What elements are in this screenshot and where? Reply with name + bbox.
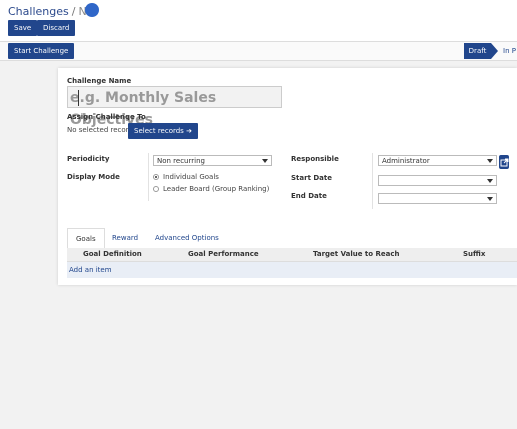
assign-challenge-label: Assign Challenge To xyxy=(67,113,146,121)
start-date-input[interactable] xyxy=(378,175,497,186)
display-mode-radio-individual[interactable] xyxy=(153,174,159,180)
table-row: Add an item xyxy=(67,262,517,278)
breadcrumb-separator: / xyxy=(71,5,76,18)
status-draft[interactable]: Draft xyxy=(464,43,498,59)
display-mode-option-leaderboard: Leader Board (Group Ranking) xyxy=(163,185,270,193)
tab-advanced-options[interactable]: Advanced Options xyxy=(147,228,227,248)
select-records-label: Select records xyxy=(134,127,184,135)
select-records-button[interactable]: Select records ➔ xyxy=(128,123,198,139)
status-bar: Start Challenge Draft In P xyxy=(0,41,517,61)
goals-table-header: Goal Definition Goal Performance Target … xyxy=(67,248,517,262)
field-divider xyxy=(372,153,373,209)
periodicity-value: Non recurring xyxy=(157,157,205,165)
display-mode-radio-leaderboard[interactable] xyxy=(153,186,159,192)
periodicity-label: Periodicity xyxy=(67,155,110,163)
breadcrumb: Challenges / N xyxy=(8,3,99,18)
text-caret xyxy=(78,90,79,106)
no-selected-record-text: No selected record xyxy=(67,126,133,134)
form-sheet: Challenge Name e.g. Monthly Sales Object… xyxy=(58,68,517,285)
field-divider xyxy=(148,153,149,201)
challenge-name-label: Challenge Name xyxy=(67,77,132,85)
breadcrumb-root[interactable]: Challenges xyxy=(8,5,69,18)
chevron-down-icon xyxy=(487,197,493,201)
tab-goals[interactable]: Goals xyxy=(67,228,105,250)
display-mode-label: Display Mode xyxy=(67,173,120,181)
end-date-label: End Date xyxy=(291,192,327,200)
chevron-down-icon xyxy=(262,159,268,163)
discard-button[interactable]: Discard xyxy=(37,20,76,36)
tab-reward[interactable]: Reward xyxy=(104,228,146,248)
periodicity-select[interactable]: Non recurring xyxy=(153,155,272,166)
add-item-link[interactable]: Add an item xyxy=(69,262,112,278)
responsible-label: Responsible xyxy=(291,155,339,163)
notebook-tabs: Goals Reward Advanced Options xyxy=(67,228,517,250)
external-link-icon[interactable] xyxy=(499,155,509,169)
responsible-value: Administrator xyxy=(382,157,430,165)
end-date-input[interactable] xyxy=(378,193,497,204)
column-suffix[interactable]: Suffix xyxy=(463,248,485,261)
responsible-select[interactable]: Administrator xyxy=(378,155,497,166)
challenge-name-input[interactable]: e.g. Monthly Sales Objectives xyxy=(67,86,282,128)
column-goal-definition[interactable]: Goal Definition xyxy=(83,248,142,261)
display-mode-option-individual: Individual Goals xyxy=(163,173,219,181)
column-target-value[interactable]: Target Value to Reach xyxy=(313,248,400,261)
start-challenge-button[interactable]: Start Challenge xyxy=(8,43,75,59)
cursor-dot-icon xyxy=(84,3,99,17)
chevron-down-icon xyxy=(487,179,493,183)
save-button[interactable]: Save xyxy=(8,20,38,36)
status-in-progress[interactable]: In P xyxy=(503,43,516,59)
column-goal-performance[interactable]: Goal Performance xyxy=(188,248,259,261)
external-link-glyph xyxy=(500,158,509,167)
arrow-right-icon: ➔ xyxy=(186,127,192,135)
control-panel: Challenges / N Save Discard xyxy=(0,0,517,41)
chevron-down-icon xyxy=(487,159,493,163)
start-date-label: Start Date xyxy=(291,174,332,182)
